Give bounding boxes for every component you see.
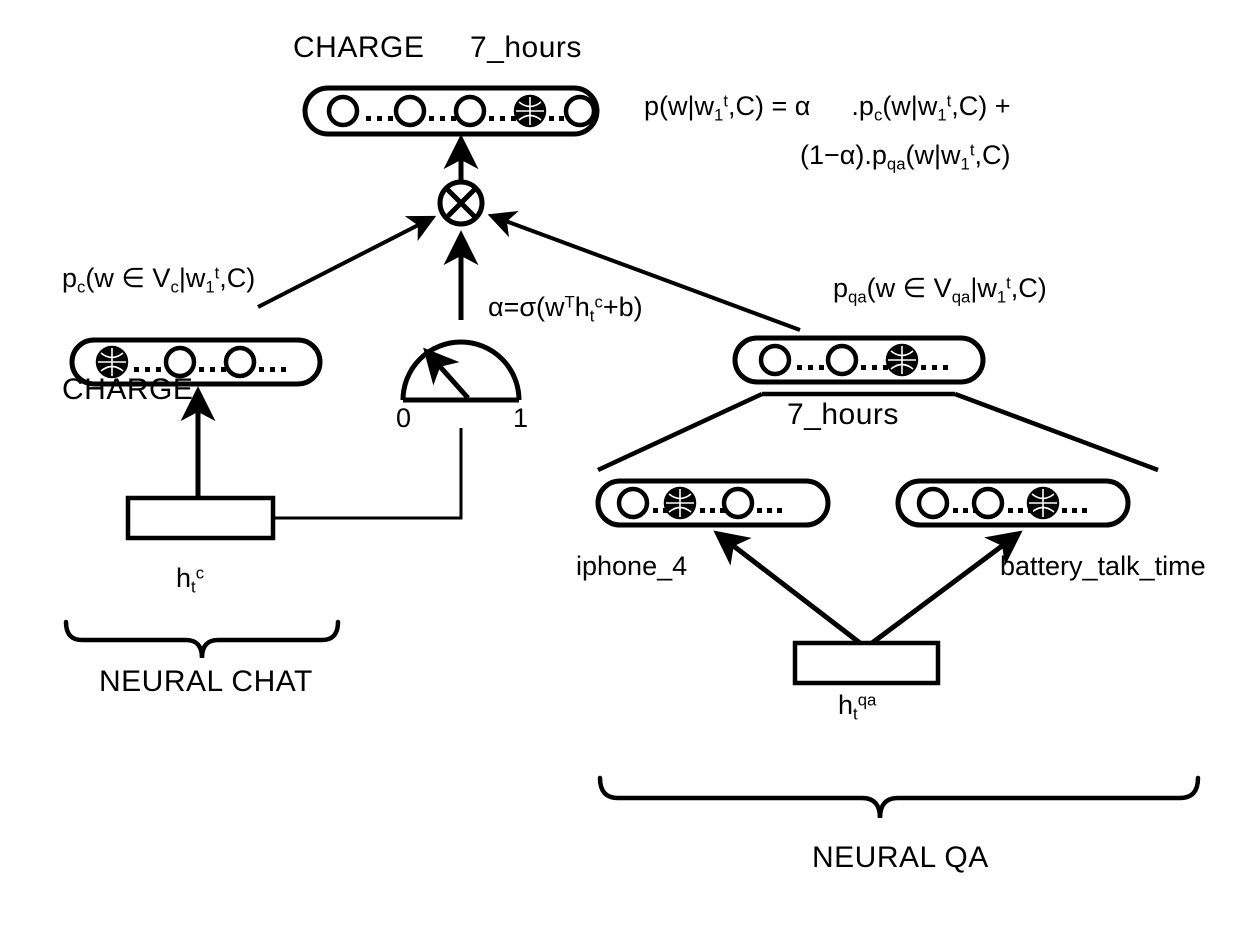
multiply-node-shape [437, 179, 485, 227]
gauge-max-label: 1 [513, 403, 529, 433]
fan-right-edge [954, 391, 1159, 473]
fan-left-edge [597, 391, 763, 473]
arrow-kb-to-qa-right [870, 530, 1023, 646]
qa-left-word: iphone_4 [576, 551, 688, 581]
chat-probability-label: pc(w ∈ Vc|w1t,C) [62, 263, 256, 297]
connector-chatbox-to-gauge [273, 428, 463, 520]
output-vector-shape [302, 85, 600, 137]
neural-qa-label: NEURAL QA [812, 841, 989, 874]
arrow-kb-to-qa-left [713, 530, 862, 645]
diagram-vector-layer [63, 85, 1201, 819]
mixture-formula-line1: p(w|w1t,C) = α .pc(w|w1t,C) + [644, 91, 1011, 125]
chat-rnn-box-shape [125, 495, 276, 541]
qa-right-vector-shape [895, 478, 1131, 528]
hidden-state-qa-label: htqa [838, 690, 877, 724]
qa-right-word: battery_talk_time [1000, 551, 1206, 581]
alpha-gauge-shape [400, 339, 522, 403]
gauge-min-label: 0 [396, 403, 412, 433]
hidden-state-chat-label: htc [176, 563, 205, 597]
qa-vector-word: 7_hours [787, 398, 899, 431]
qa-left-vector-shape [595, 478, 831, 528]
alpha-gate-formula: α=σ(wThtc+b) [488, 292, 643, 326]
mixture-formula-line2: (1−α).pqa(w|w1t,C) [800, 140, 1011, 174]
output-word-7hours: 7_hours [470, 31, 582, 64]
qa-vector-shape [732, 335, 986, 385]
chat-vector-word: CHARGE [62, 373, 194, 406]
figure-canvas: CHARGE 7_hours p(w|w1t,C) = α .pc(w|w1t,… [0, 0, 1240, 943]
arrow-chat-to-multiply [257, 215, 437, 309]
qa-kb-box-shape [792, 640, 941, 686]
neural-qa-brace-shape [597, 775, 1201, 819]
output-word-charge: CHARGE [293, 31, 425, 64]
neural-chat-brace-shape [63, 619, 341, 659]
qa-probability-label: pqa(w ∈ Vqa|w1t,C) [833, 273, 1047, 307]
neural-chat-label: NEURAL CHAT [99, 665, 313, 698]
